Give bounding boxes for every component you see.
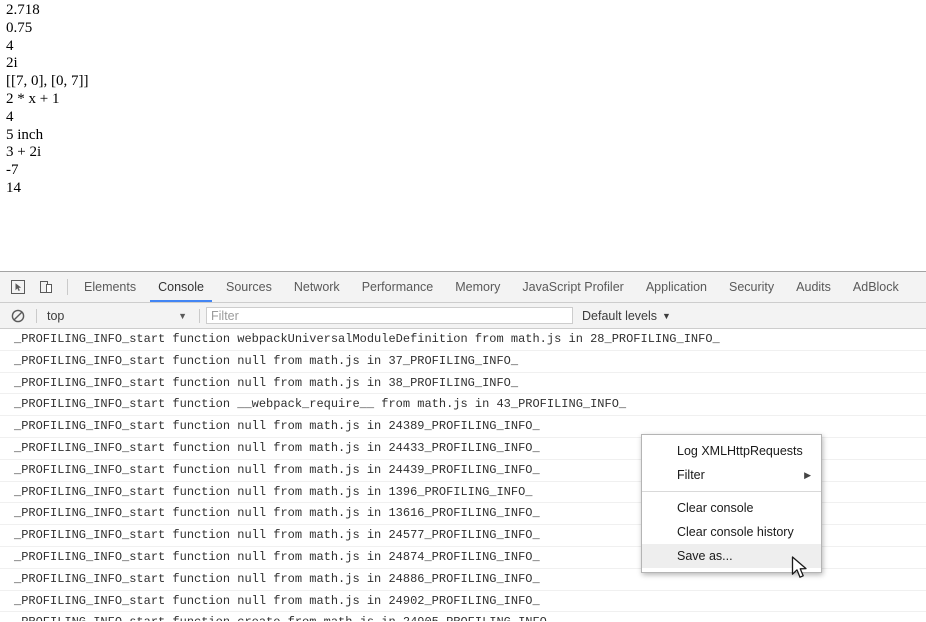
menu-item-label: Log XMLHttpRequests [677,444,803,458]
console-message[interactable]: _PROFILING_INFO_start function null from… [0,591,926,613]
tab-audits[interactable]: Audits [785,272,842,302]
page-output-line: 4 [6,37,14,54]
menu-item-filter[interactable]: Filter ▶ [642,463,821,487]
chevron-down-icon: ▼ [178,310,187,321]
console-message[interactable]: _PROFILING_INFO_start function webpackUn… [0,329,926,351]
page-output-line: 3 + 2i [6,144,42,161]
tab-console[interactable]: Console [147,272,215,302]
clear-console-icon[interactable] [6,309,30,323]
execution-context-value: top [47,308,65,323]
menu-item-clear-console-history[interactable]: Clear console history [642,520,821,544]
page-output-line: 0.75 [6,19,33,36]
menu-item-label: Clear console history [677,525,794,539]
console-message[interactable]: _PROFILING_INFO_start function create fr… [0,612,926,621]
page-output-line: 14 [6,179,21,196]
menu-item-save-as[interactable]: Save as... [642,544,821,568]
devtools-tabbar: Elements Console Sources Network Performance… [0,272,926,303]
menu-item-clear-console[interactable]: Clear console [642,496,821,520]
page-output-line: -7 [6,162,19,179]
page-output-line: 2i [6,55,18,72]
menu-item-log-xmlhttprequests[interactable]: Log XMLHttpRequests [642,439,821,463]
toolbar-divider [36,308,37,323]
tab-javascript-profiler[interactable]: JavaScript Profiler [511,272,634,302]
menu-divider [642,491,821,492]
toolbar-divider [67,279,68,295]
tab-security[interactable]: Security [718,272,785,302]
log-levels-select[interactable]: Default levels ▼ [582,309,671,323]
menu-item-label: Clear console [677,501,754,515]
page-output-text: 2.718 0.75 4 2i [[7, 0], [0, 7]] 2 * x + 145 … [0,0,926,198]
tab-sources[interactable]: Sources [215,272,283,302]
rendered-page-area: 2.718 0.75 4 2i [[7, 0], [0, 7]] 2 * x + 145 … [0,0,926,271]
page-output-line: [[7, 0], [0, 7]] [6,73,89,90]
toolbar-divider [199,308,200,323]
devtools-tab-list: Elements Console Sources Network Performance… [73,272,910,302]
execution-context-select[interactable]: top ▼ [43,309,193,323]
menu-item-label: Filter [677,468,705,482]
inspect-element-icon[interactable] [4,272,32,302]
page-output-line: 4 [6,108,14,125]
page-output-line: 5 inch [6,126,44,143]
console-toolbar: top ▼ Default levels ▼ [0,303,926,329]
tab-memory[interactable]: Memory [444,272,511,302]
tab-elements[interactable]: Elements [73,272,147,302]
console-message[interactable]: _PROFILING_INFO_start function null from… [0,351,926,373]
log-levels-label: Default levels [582,308,658,323]
page-output-line: 2 * x + 1 [6,90,60,107]
tab-application[interactable]: Application [635,272,718,302]
console-context-menu: Log XMLHttpRequests Filter ▶ Clear console C… [641,434,822,573]
tab-network[interactable]: Network [283,272,351,302]
device-toolbar-icon[interactable] [32,272,60,302]
tab-adblock[interactable]: AdBlock [842,272,910,302]
tab-performance[interactable]: Performance [351,272,445,302]
menu-item-label: Save as... [677,549,733,563]
console-filter-input[interactable] [206,307,573,324]
chevron-down-icon: ▼ [662,310,671,321]
page-output-line: 2.718 [6,2,40,18]
submenu-arrow-icon: ▶ [804,470,811,480]
console-message[interactable]: _PROFILING_INFO_start function __webpack… [0,394,926,417]
console-message[interactable]: _PROFILING_INFO_start function null from… [0,373,926,395]
